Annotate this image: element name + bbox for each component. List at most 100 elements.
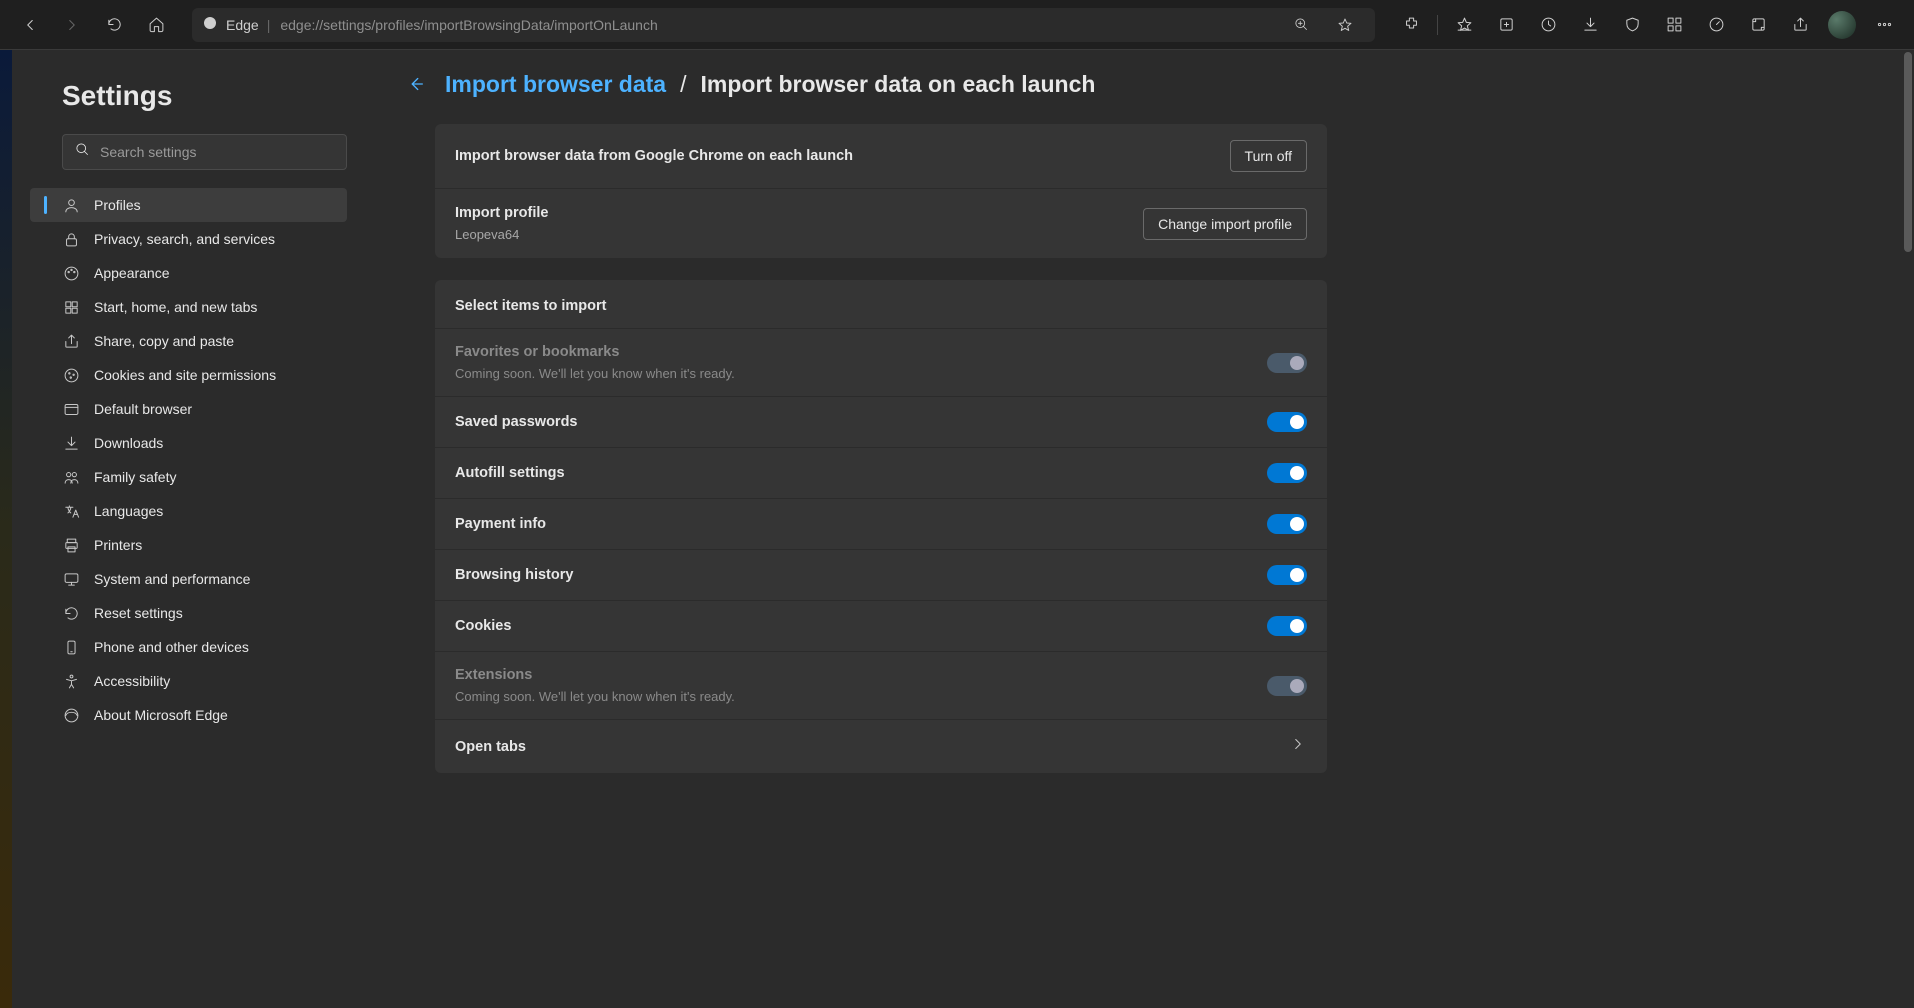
sidebar-item-reset-settings[interactable]: Reset settings — [30, 596, 347, 630]
sidebar-item-appearance[interactable]: Appearance — [30, 256, 347, 290]
import-item-sub: Coming soon. We'll let you know when it'… — [455, 689, 735, 704]
profile-avatar[interactable] — [1828, 11, 1856, 39]
menu-dots-icon[interactable] — [1864, 7, 1904, 43]
web-capture-icon[interactable] — [1738, 7, 1778, 43]
sidebar-item-label: Family safety — [94, 469, 176, 485]
grid-icon — [62, 298, 80, 316]
sidebar-item-cookies-and-site-permissions[interactable]: Cookies and site permissions — [30, 358, 347, 392]
history-icon[interactable] — [1528, 7, 1568, 43]
toggle-switch-disabled — [1267, 353, 1307, 373]
scrollbar[interactable] — [1904, 52, 1912, 252]
language-icon — [62, 502, 80, 520]
nav-back-button[interactable] — [10, 7, 50, 43]
sidebar-item-accessibility[interactable]: Accessibility — [30, 664, 347, 698]
toggle-switch[interactable] — [1267, 616, 1307, 636]
sidebar-item-label: Cookies and site permissions — [94, 367, 276, 383]
sidebar-item-privacy-search-and-services[interactable]: Privacy, search, and services — [30, 222, 347, 256]
toggle-switch-disabled — [1267, 676, 1307, 696]
browser-toolbar: Edge | edge://settings/profiles/importBr… — [0, 0, 1914, 50]
settings-title: Settings — [62, 80, 347, 112]
settings-search-input[interactable] — [100, 144, 334, 160]
system-icon — [62, 570, 80, 588]
sidebar-item-about-microsoft-edge[interactable]: About Microsoft Edge — [30, 698, 347, 732]
share-toolbar-icon[interactable] — [1780, 7, 1820, 43]
breadcrumb-parent-link[interactable]: Import browser data — [445, 71, 666, 98]
select-items-card: Select items to import Favorites or book… — [435, 280, 1327, 773]
lock-icon — [62, 230, 80, 248]
settings-sidebar: Settings Profiles Privacy, search, and se… — [12, 50, 375, 1008]
sidebar-item-printers[interactable]: Printers — [30, 528, 347, 562]
cookie-icon — [62, 366, 80, 384]
import-item-row: Autofill settings — [435, 448, 1327, 499]
nav-forward-button — [52, 7, 92, 43]
zoom-icon[interactable] — [1281, 7, 1321, 43]
toggle-switch[interactable] — [1267, 514, 1307, 534]
sidebar-item-label: Privacy, search, and services — [94, 231, 275, 247]
downloads-toolbar-icon[interactable] — [1570, 7, 1610, 43]
sidebar-item-share-copy-and-paste[interactable]: Share, copy and paste — [30, 324, 347, 358]
sidebar-item-label: Accessibility — [94, 673, 170, 689]
sidebar-item-label: Reset settings — [94, 605, 183, 621]
reset-icon — [62, 604, 80, 622]
sidebar-item-label: Downloads — [94, 435, 163, 451]
apps-icon[interactable] — [1654, 7, 1694, 43]
download-icon — [62, 434, 80, 452]
desktop-peek — [0, 50, 12, 1008]
import-item-row: Payment info — [435, 499, 1327, 550]
phone-icon — [62, 638, 80, 656]
printer-icon — [62, 536, 80, 554]
browser-icon — [62, 400, 80, 418]
import-item-row: Extensions Coming soon. We'll let you kno… — [435, 652, 1327, 720]
edge-icon — [62, 706, 80, 724]
performance-icon[interactable] — [1696, 7, 1736, 43]
address-bar[interactable]: Edge | edge://settings/profiles/importBr… — [192, 8, 1375, 42]
select-items-header: Select items to import — [435, 280, 1327, 329]
toggle-switch[interactable] — [1267, 463, 1307, 483]
change-profile-button[interactable]: Change import profile — [1143, 208, 1307, 240]
breadcrumb-back-button[interactable] — [399, 68, 431, 100]
extensions-icon[interactable] — [1391, 7, 1431, 43]
user-icon — [62, 196, 80, 214]
favorites-icon[interactable] — [1444, 7, 1484, 43]
sidebar-item-system-and-performance[interactable]: System and performance — [30, 562, 347, 596]
sidebar-item-languages[interactable]: Languages — [30, 494, 347, 528]
sidebar-item-downloads[interactable]: Downloads — [30, 426, 347, 460]
accessibility-icon — [62, 672, 80, 690]
sidebar-item-label: Share, copy and paste — [94, 333, 234, 349]
sidebar-item-family-safety[interactable]: Family safety — [30, 460, 347, 494]
import-item-label: Cookies — [455, 618, 511, 634]
settings-search[interactable] — [62, 134, 347, 170]
import-item-row: Saved passwords — [435, 397, 1327, 448]
share-icon — [62, 332, 80, 350]
sidebar-item-label: About Microsoft Edge — [94, 707, 228, 723]
import-item-row: Open tabs — [435, 720, 1327, 773]
home-button[interactable] — [136, 7, 176, 43]
toggle-switch[interactable] — [1267, 412, 1307, 432]
tracking-shield-icon[interactable] — [1612, 7, 1652, 43]
collections-icon[interactable] — [1486, 7, 1526, 43]
sidebar-item-label: Profiles — [94, 197, 141, 213]
import-item-label: Payment info — [455, 516, 546, 532]
chevron-right-icon[interactable] — [1289, 735, 1307, 758]
sidebar-item-label: System and performance — [94, 571, 250, 587]
import-item-sub: Coming soon. We'll let you know when it'… — [455, 366, 735, 381]
edge-logo-icon — [202, 15, 218, 34]
breadcrumb-current: Import browser data on each launch — [701, 71, 1096, 98]
reload-button[interactable] — [94, 7, 134, 43]
sidebar-item-profiles[interactable]: Profiles — [30, 188, 347, 222]
import-source-card: Import browser data from Google Chrome o… — [435, 124, 1327, 258]
sidebar-item-default-browser[interactable]: Default browser — [30, 392, 347, 426]
sidebar-item-label: Printers — [94, 537, 142, 553]
sidebar-item-label: Start, home, and new tabs — [94, 299, 257, 315]
toggle-switch[interactable] — [1267, 565, 1307, 585]
import-profile-title: Import profile — [455, 205, 548, 221]
sidebar-item-phone-and-other-devices[interactable]: Phone and other devices — [30, 630, 347, 664]
turn-off-button[interactable]: Turn off — [1230, 140, 1307, 172]
family-icon — [62, 468, 80, 486]
breadcrumb: Import browser data / Import browser dat… — [399, 68, 1884, 100]
import-item-label: Browsing history — [455, 567, 573, 583]
import-item-label: Extensions — [455, 667, 735, 683]
favorite-star-icon[interactable] — [1325, 7, 1365, 43]
import-item-label: Favorites or bookmarks — [455, 344, 735, 360]
sidebar-item-start-home-and-new-tabs[interactable]: Start, home, and new tabs — [30, 290, 347, 324]
